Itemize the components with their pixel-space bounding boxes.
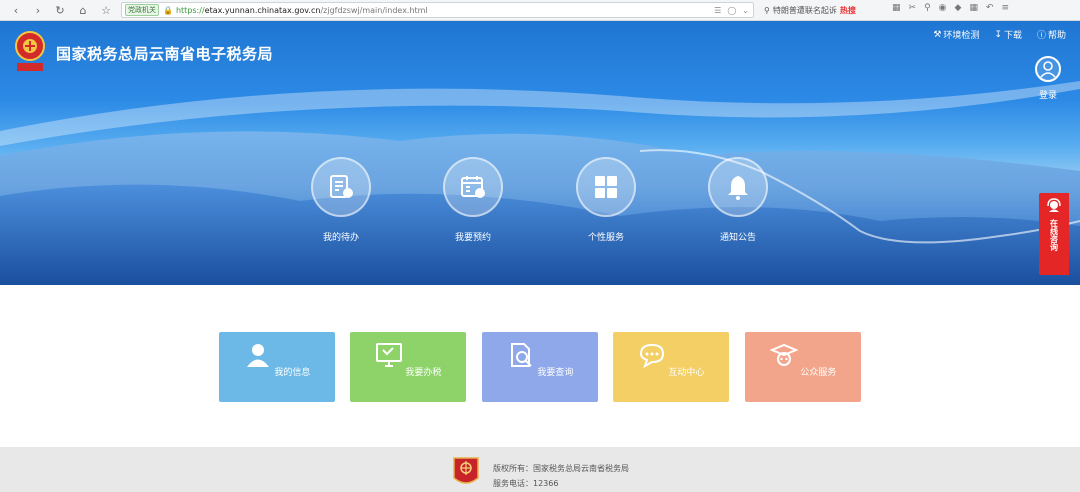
url-badge: 党政机关: [125, 4, 159, 16]
todo-icon: [330, 175, 353, 198]
my-info-card[interactable]: 我的信息: [219, 332, 335, 402]
user-icon: [1035, 56, 1061, 82]
person-icon: [246, 344, 269, 367]
compat-icon[interactable]: ◯: [727, 6, 736, 15]
download-link[interactable]: ↧ 下载: [994, 28, 1022, 42]
address-bar[interactable]: 党政机关 🔒 https:// etax.yunnan.chinatax.gov…: [121, 2, 754, 18]
notice-label: 通知公告: [719, 233, 756, 243]
search-text: 特朗普遭联名起诉: [772, 5, 837, 15]
game-icon[interactable]: ◉: [939, 3, 947, 13]
env-check-link[interactable]: ⚒ 环境检测: [933, 28, 980, 42]
scissors-icon[interactable]: ✂: [909, 3, 917, 13]
query-card[interactable]: 我要查询: [482, 332, 598, 402]
monitor-icon: [375, 343, 402, 367]
bell-icon: [728, 176, 748, 200]
search-hot: 热搜: [839, 5, 856, 15]
footer-copyright: 版权所有：国家税务总局云南省税务局: [493, 464, 629, 473]
footer: 版权所有：国家税务总局云南省税务局 服务电话：12366: [0, 447, 1080, 492]
chat-bubble-icon: [639, 343, 664, 369]
public-service-label: 公众服务: [800, 368, 837, 378]
shield-icon[interactable]: ◆: [955, 3, 962, 13]
url-path: /zjgfdzswj/main/index.html: [320, 5, 428, 15]
public-service-card[interactable]: 公众服务: [745, 332, 861, 402]
grid-service-icon: [595, 176, 617, 198]
site-title: 国家税务总局云南省电子税务局: [56, 45, 274, 63]
login-button[interactable]: 登录: [1033, 56, 1063, 101]
party-government-logo: [453, 457, 479, 484]
help-link[interactable]: ⓘ 帮助: [1037, 28, 1066, 41]
reload-icon[interactable]: ↻: [50, 0, 70, 20]
top-links: ⚒ 环境检测 ↧ 下载 ⓘ 帮助: [933, 28, 1066, 42]
document-search-icon: [510, 343, 532, 367]
url-scheme: https://: [175, 5, 205, 15]
lock-icon: 🔒: [163, 5, 173, 15]
star-icon[interactable]: ☆: [96, 0, 116, 20]
tax-filing-label: 我要办税: [405, 368, 442, 378]
headset-icon: [1047, 198, 1061, 212]
dropdown-icon[interactable]: ⌄: [742, 6, 749, 15]
url-host: etax.yunnan.chinatax.gov.cn: [204, 5, 321, 15]
notice-button[interactable]: 通知公告: [698, 157, 778, 243]
grid-icon[interactable]: ▦: [969, 3, 978, 13]
tax-emblem-logo: [15, 31, 45, 71]
hero-banner: 国家税务总局云南省电子税务局 ⚒ 环境检测 ↧ 下载 ⓘ 帮助 登录 我的待办 我要预…: [0, 21, 1080, 285]
online-consult-tab[interactable]: 在线咨询: [1039, 193, 1069, 275]
scholar-icon: [768, 343, 799, 366]
search-box[interactable]: ⚲ 特朗普遭联名起诉 热搜: [764, 2, 884, 18]
footer-phone: 服务电话：12366: [493, 479, 559, 488]
interaction-card[interactable]: 互动中心: [613, 332, 729, 402]
menu-icon[interactable]: ≡: [1002, 3, 1010, 13]
calendar-icon: [461, 176, 485, 198]
forward-icon[interactable]: ›: [28, 0, 48, 20]
appointment-label: 我要预约: [454, 233, 491, 243]
login-label: 登录: [1038, 91, 1057, 101]
todo-button[interactable]: 我的待办: [301, 157, 381, 243]
help-label: 帮助: [1047, 31, 1066, 41]
env-check-label: 环境检测: [943, 31, 980, 41]
browser-toolbar: ‹ › ↻ ⌂ ☆ 党政机关 🔒 https:// etax.yunnan.ch…: [0, 0, 1080, 21]
download-icon: ↧: [994, 29, 1002, 40]
interaction-label: 互动中心: [668, 368, 705, 378]
tax-filing-card[interactable]: 我要办税: [350, 332, 466, 402]
my-info-label: 我的信息: [274, 368, 311, 378]
service-cards: 我的信息 我要办税 我要查询 互动中心 公众服务: [0, 332, 1080, 402]
extension-icon[interactable]: ▦: [892, 3, 901, 13]
appointment-button[interactable]: 我要预约: [433, 157, 513, 243]
todo-label: 我的待办: [322, 233, 359, 243]
back-icon[interactable]: ‹: [6, 0, 26, 20]
download-label: 下载: [1003, 31, 1022, 41]
help-icon: ⓘ: [1036, 31, 1046, 41]
online-consult-label: 在线咨询: [1049, 219, 1059, 251]
query-label: 我要查询: [537, 368, 574, 378]
home-icon[interactable]: ⌂: [73, 0, 93, 20]
search-icon: ⚲: [764, 5, 770, 15]
undo-icon[interactable]: ↶: [986, 3, 994, 13]
wrench-icon: ⚒: [933, 29, 942, 40]
magnifier-icon[interactable]: ⚲: [924, 3, 931, 13]
personal-service-button[interactable]: 个性服务: [566, 157, 646, 243]
reader-icon[interactable]: ☰: [714, 6, 721, 15]
personal-service-label: 个性服务: [587, 233, 624, 243]
